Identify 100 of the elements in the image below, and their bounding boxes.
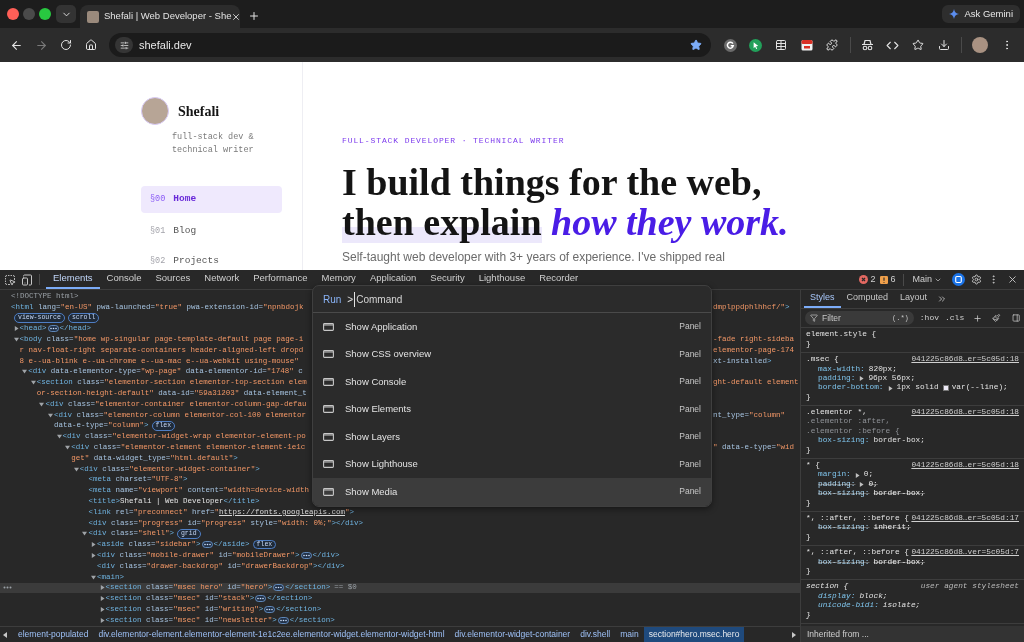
paintbrush-icon[interactable] [992, 313, 1001, 323]
caret-down-icon[interactable] [13, 337, 19, 343]
close-icon[interactable] [1007, 274, 1018, 285]
settings-icon[interactable] [971, 274, 982, 285]
breadcrumb[interactable]: element-populated [13, 627, 94, 642]
profile-avatar-placeholder[interactable] [971, 37, 988, 53]
extensions-icon[interactable] [826, 39, 838, 51]
caret-right-icon[interactable] [91, 553, 96, 559]
command-item[interactable]: Show CSS overview Panel [313, 340, 711, 368]
error-icon[interactable] [859, 275, 869, 284]
tab-list-button[interactable] [56, 5, 76, 23]
inspect-icon[interactable] [4, 273, 16, 286]
caret-right-icon[interactable] [13, 326, 19, 332]
breadcrumb[interactable]: div.elementor-element.elementor-element-1e1c2ee.elementor-widget.elementor-widget-html [93, 627, 450, 642]
devtools-tab[interactable]: Memory [314, 270, 363, 289]
breadcrumb[interactable]: div.elementor-widget-container [449, 627, 576, 642]
star-icon[interactable] [912, 39, 924, 51]
square-in-circle-icon[interactable] [952, 273, 965, 286]
close-icon[interactable] [231, 11, 242, 22]
new-tab-icon[interactable] [248, 10, 260, 22]
warning-icon[interactable] [880, 275, 889, 284]
ellipsis-icon[interactable] [277, 616, 289, 624]
breadcrumb[interactable]: main [615, 627, 644, 642]
bookmark-star-icon[interactable] [690, 39, 702, 51]
reload-icon[interactable] [60, 39, 72, 51]
calendar-icon[interactable] [800, 39, 813, 51]
devtools-tab[interactable]: Application [362, 270, 424, 289]
breadcrumb[interactable]: section#hero.msec.hero [643, 627, 745, 642]
breadcrumb[interactable]: div.shell [575, 627, 616, 642]
command-item[interactable]: Show Elements Panel [313, 395, 711, 423]
nav-link[interactable]: §01 Blog [141, 219, 282, 243]
devtools-tab[interactable]: Security [423, 270, 472, 289]
caret-right-icon[interactable] [91, 542, 96, 548]
ellipsis-icon[interactable] [201, 541, 213, 549]
toggle-button[interactable]: :hov [919, 312, 939, 324]
back-icon[interactable] [9, 38, 23, 52]
caret-down-icon[interactable] [22, 369, 28, 375]
caret-down-icon[interactable] [39, 401, 45, 407]
download-icon[interactable] [937, 39, 950, 51]
more-tabs-icon[interactable] [937, 294, 948, 304]
window-zoom-icon[interactable] [39, 8, 51, 20]
scroll-right-icon[interactable] [792, 631, 796, 638]
forward-icon[interactable] [34, 38, 48, 52]
sidebar-icon[interactable] [1011, 313, 1020, 323]
hat-glasses-icon[interactable] [860, 39, 874, 51]
sliders-icon[interactable] [115, 37, 133, 53]
expand-arrow-icon[interactable] [859, 376, 865, 382]
panel-tab[interactable]: Computed [840, 290, 895, 308]
caret-down-icon[interactable] [73, 466, 79, 472]
ellipsis-icon[interactable] [255, 595, 267, 603]
window-close-icon[interactable] [7, 8, 19, 20]
devtools-tab[interactable]: Performance [246, 270, 315, 289]
command-item[interactable]: Show Application Panel [313, 313, 711, 341]
caret-right-icon[interactable] [99, 596, 105, 602]
devtools-tab[interactable]: Lighthouse [471, 270, 533, 289]
caret-right-icon[interactable] [99, 585, 105, 591]
color-swatch-icon[interactable] [942, 385, 949, 392]
expand-arrow-icon[interactable] [887, 385, 893, 391]
home-icon[interactable] [85, 39, 97, 51]
section-number: §00 [150, 193, 166, 206]
nav-link[interactable]: §02 Projects [141, 249, 282, 270]
command-item[interactable]: Show Lighthouse Panel [313, 450, 711, 478]
command-item[interactable]: Show Layers Panel [313, 423, 711, 451]
cursor-badge-icon[interactable] [749, 38, 762, 52]
command-item[interactable]: Show Console Panel [313, 368, 711, 396]
caret-down-icon[interactable] [91, 574, 96, 580]
caret-down-icon[interactable] [82, 531, 88, 537]
caret-right-icon[interactable] [99, 607, 105, 612]
ellipsis-icon[interactable] [300, 552, 312, 560]
browser-tab[interactable]: Shefali | Web Developer - She [80, 5, 240, 28]
more-icon[interactable] [3, 586, 12, 590]
ellipsis-icon[interactable] [264, 606, 276, 613]
device-toolbar-icon[interactable] [21, 273, 33, 286]
toggle-button[interactable]: .cls [945, 312, 965, 324]
caret-down-icon[interactable] [56, 434, 62, 440]
context-dropdown[interactable]: Main [912, 272, 942, 287]
circle-logo-icon[interactable] [723, 38, 737, 52]
panel-tab[interactable]: Layout [894, 290, 934, 308]
expand-arrow-icon[interactable] [859, 482, 865, 488]
devtools-tab[interactable]: Console [99, 270, 149, 289]
caret-down-icon[interactable] [65, 445, 71, 451]
command-item[interactable]: Show Media Panel [313, 478, 711, 506]
ellipsis-icon[interactable] [47, 325, 59, 333]
caret-down-icon[interactable] [48, 412, 53, 418]
devtools-tab[interactable]: Network [197, 270, 247, 289]
ask-gemini-button[interactable]: Ask Gemini [942, 5, 1020, 23]
devtools-tab[interactable]: Recorder [532, 270, 586, 289]
devtools-tab[interactable]: Elements [46, 270, 100, 289]
caret-right-icon[interactable] [99, 617, 105, 623]
ellipsis-icon[interactable] [273, 584, 285, 592]
address-bar[interactable]: shefali.dev [109, 33, 711, 57]
caret-down-icon[interactable] [30, 380, 36, 386]
scroll-left-icon[interactable] [3, 631, 7, 638]
expand-arrow-icon[interactable] [854, 472, 860, 478]
command-input[interactable]: > Command [347, 291, 403, 307]
table-icon[interactable] [775, 39, 787, 51]
panel-tab[interactable]: Styles [804, 290, 841, 308]
plus-icon[interactable] [973, 312, 983, 324]
devtools-tab[interactable]: Sources [148, 270, 198, 289]
nav-link[interactable]: §00 Home [141, 186, 282, 213]
